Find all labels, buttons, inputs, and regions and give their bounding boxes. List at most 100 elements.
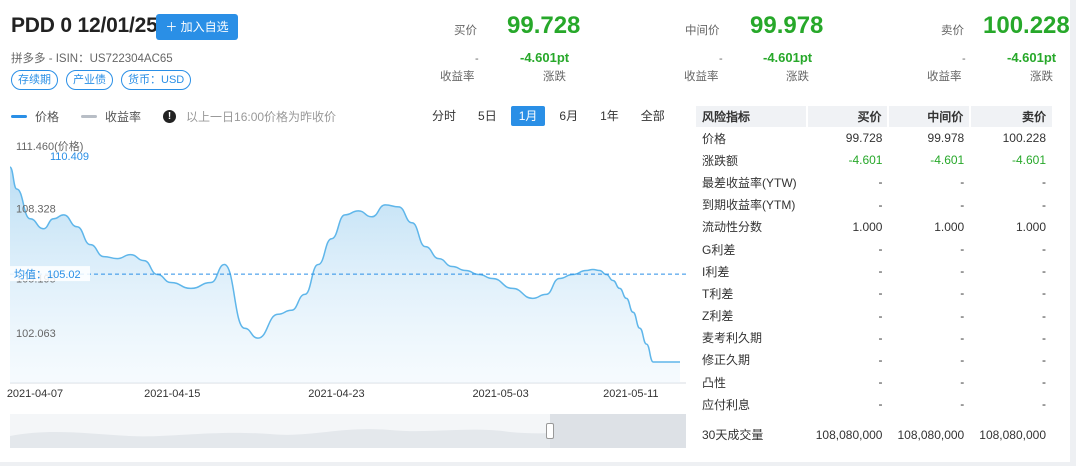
metric-mid: -4.601 (930, 153, 965, 168)
range-1m[interactable]: 1月 (510, 106, 546, 126)
range-5d[interactable]: 5日 (470, 106, 505, 126)
metric-ask: - (1042, 308, 1046, 323)
metric-name: 30天成交量 (702, 427, 764, 442)
table-row: Z利差 - - - (696, 305, 1052, 327)
metric-name: 麦考利久期 (702, 331, 763, 346)
table-row: 流动性分数 1.000 1.000 1.000 (696, 216, 1052, 238)
quote-bid-change-label: 涨跌 (543, 71, 566, 83)
range-all[interactable]: 全部 (633, 106, 673, 126)
metric-mid: - (960, 286, 965, 301)
quote-bid-yield-label: 收益率 (440, 71, 475, 83)
metric-ask: -4.601 (1011, 153, 1046, 168)
quote-bid-price: 99.728 (507, 12, 581, 39)
metric-ask: - (1042, 375, 1046, 390)
metric-mid: - (960, 375, 965, 390)
range-navigator[interactable] (10, 414, 686, 448)
price-chart[interactable]: 111.460(价格) 108.328 105.195 102.063 均值：1… (9, 128, 686, 384)
table-row: 最差收益率(YTW) - - - (696, 171, 1052, 193)
quote-ask-price: 100.228 (983, 12, 1070, 39)
metric-name: 价格 (702, 131, 727, 146)
range-selector: 分时 5日 1月 6月 1年 全部 (424, 106, 679, 126)
table-row: G利差 - - - (696, 238, 1052, 260)
table-body: 价格 99.728 99.978 100.228 涨跌额 -4.601 -4.601 -4.6… (696, 127, 1052, 455)
metric-name: G利差 (702, 242, 736, 257)
range-6m[interactable]: 6月 (551, 106, 586, 126)
quote-bid-yield: - (475, 53, 479, 65)
x-axis: 2021-04-07 2021-04-15 2021-04-23 2021-05… (6, 386, 686, 402)
metric-mid: - (960, 175, 965, 190)
col-bid: 买价 (805, 106, 889, 127)
bond-title: PDD 0 12/01/25 (11, 14, 158, 37)
metric-ask: - (1042, 352, 1046, 367)
metric-bid: -4.601 (848, 153, 883, 168)
info-icon: ! (163, 110, 177, 123)
metric-bid: - (878, 397, 883, 412)
metric-ask: 100.228 (1002, 131, 1046, 146)
bond-subtitle: 拼多多 - ISIN：US722304AC65 (11, 53, 173, 65)
y-tick-label: 102.063 (16, 328, 56, 340)
tag-industry[interactable]: 产业债 (66, 70, 113, 90)
metric-mid: - (960, 308, 965, 323)
metric-bid: - (878, 175, 883, 190)
tag-duration[interactable]: 存续期 (11, 70, 58, 90)
quote-bid-label: 买价 (454, 25, 477, 37)
risk-metrics-table: 风险指标 买价 中间价 卖价 价格 99.728 99.978 100.228 涨跌额 -… (696, 106, 1052, 455)
metric-name: 应付利息 (702, 397, 751, 412)
table-row: T利差 - - - (696, 282, 1052, 304)
table-row: 修正久期 - - - (696, 349, 1052, 371)
quote-bid-change: -4.601pt (520, 50, 570, 65)
x-tick-label: 2021-04-07 (6, 388, 64, 400)
legend-price[interactable]: 价格 (11, 108, 59, 125)
chart-legend: 价格 收益率 ! 以上一日16:00价格为昨收价 (11, 108, 336, 125)
metric-ask: - (1042, 330, 1046, 345)
quote-mid-change-label: 涨跌 (786, 71, 809, 83)
metric-bid: 99.728 (845, 131, 883, 146)
metric-bid: - (878, 308, 883, 323)
range-intraday[interactable]: 分时 (424, 106, 464, 126)
metric-name: 到期收益率(YTM) (702, 198, 796, 213)
add-watchlist-button[interactable]: ＋ 加入自选 (156, 14, 238, 40)
quote-ask-change: -4.601pt (1007, 50, 1057, 65)
table-row: 凸性 - - - (696, 371, 1052, 393)
range-1y[interactable]: 1年 (592, 106, 627, 126)
metric-mid: - (960, 330, 965, 345)
navigator-selection[interactable] (546, 414, 686, 448)
table-row: 到期收益率(YTM) - - - (696, 194, 1052, 216)
y-tick-label: 108.328 (16, 203, 56, 215)
close-price-note: 以上一日16:00价格为昨收价 (186, 110, 337, 124)
legend-price-label: 价格 (35, 110, 60, 124)
quote-ask-change-label: 涨跌 (1030, 71, 1053, 83)
metric-ask: - (1042, 397, 1046, 412)
quote-ask-label: 卖价 (941, 25, 964, 37)
legend-yield[interactable]: 收益率 (81, 108, 141, 125)
col-mid: 中间价 (887, 106, 971, 127)
table-header-row: 风险指标 买价 中间价 卖价 (696, 106, 1052, 127)
metric-ask: 108,080,000 (979, 427, 1046, 442)
x-tick-label: 2021-05-03 (472, 388, 529, 400)
quote-mid-price: 99.978 (750, 12, 824, 39)
tag-currency[interactable]: 货币：USD (121, 70, 192, 90)
bond-detail-panel: PDD 0 12/01/25 ＋ 加入自选 拼多多 - ISIN：US72230… (0, 0, 1070, 462)
x-tick-label: 2021-04-15 (144, 388, 201, 400)
metric-mid: 108,080,000 (897, 427, 965, 442)
table-row: I利差 - - - (696, 260, 1052, 282)
table-row: 应付利息 - - - (696, 393, 1052, 415)
legend-yield-label: 收益率 (105, 110, 142, 124)
metric-mid: - (960, 242, 965, 257)
metric-mid: - (960, 197, 965, 212)
metric-ask: - (1042, 197, 1046, 212)
metric-bid: - (878, 352, 883, 367)
metric-bid: 1.000 (852, 219, 883, 234)
metric-ask: - (1042, 286, 1046, 301)
metric-mid: 1.000 (934, 219, 965, 234)
x-tick-label: 2021-04-23 (308, 388, 365, 400)
metric-ask: - (1042, 175, 1046, 190)
add-watchlist-label: 加入自选 (180, 20, 229, 34)
quote-ask-yield-label: 收益率 (927, 71, 962, 83)
navigator-handle[interactable] (546, 423, 554, 439)
average-label: 均值：105.02 (14, 268, 81, 281)
metric-mid: 99.978 (927, 131, 965, 146)
col-metric: 风险指标 (696, 106, 807, 127)
price-area (10, 167, 680, 383)
table-row-volume: 30天成交量 108,080,000 108,080,000 108,080,000 (696, 415, 1052, 455)
